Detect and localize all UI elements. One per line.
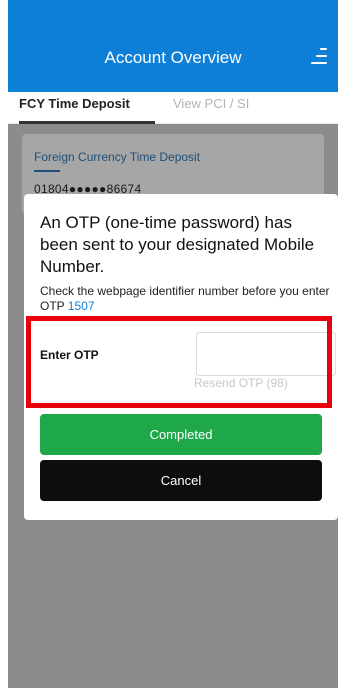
menu-line-bottom — [311, 62, 327, 64]
card-title: Foreign Currency Time Deposit — [34, 150, 201, 164]
completed-button[interactable]: Completed — [40, 414, 322, 455]
otp-instruction: Check the webpage identifier number befo… — [40, 284, 330, 314]
red-highlight-box — [26, 316, 332, 408]
webpage-identifier: 1507 — [67, 299, 95, 313]
tab-bar: FCY Time Deposit View PCI / SI — [8, 92, 338, 124]
menu-line-middle — [316, 55, 327, 57]
cancel-button[interactable]: Cancel — [40, 460, 322, 501]
tab-fcy-time-deposit[interactable]: FCY Time Deposit — [19, 96, 130, 111]
hamburger-menu-icon[interactable] — [311, 46, 327, 66]
page-title: Account Overview — [104, 48, 242, 67]
card-title-accent — [34, 170, 60, 172]
menu-line-top — [320, 48, 327, 50]
app-header: Account Overview — [8, 0, 338, 92]
otp-heading: An OTP (one-time password) has been sent… — [40, 213, 315, 276]
tab-view-pci-si[interactable]: View PCI / SI — [173, 96, 249, 111]
